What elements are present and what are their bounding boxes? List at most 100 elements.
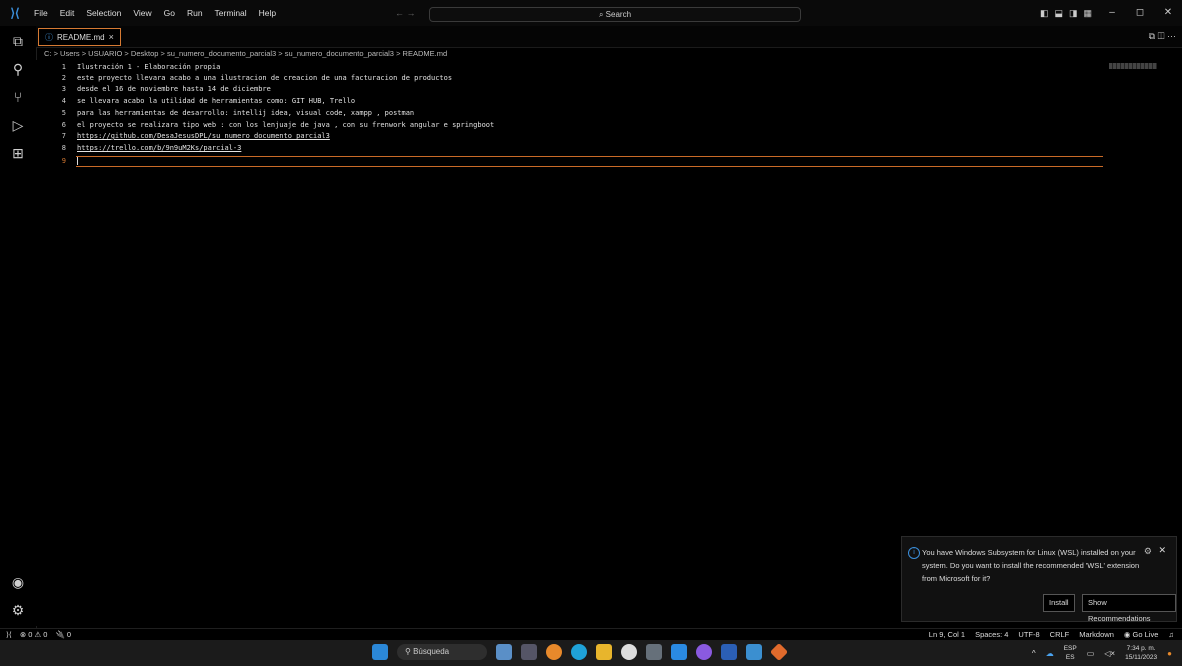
editor-actions: ⧉ ◫ ··· [1149, 28, 1176, 44]
line-number: 9 [61, 157, 66, 165]
menu-bar: File Edit Selection View Go Run Terminal… [28, 0, 282, 26]
tab-readme[interactable]: ⓘ README.md × [38, 28, 121, 46]
language-code: ESP [1063, 645, 1077, 652]
extensions-icon[interactable]: ⊞ [0, 140, 36, 166]
network-icon[interactable]: ▭ [1087, 649, 1095, 658]
menu-run[interactable]: Run [181, 0, 209, 26]
settings-gear-icon[interactable]: ⚙ [0, 597, 36, 623]
line-number: 4 [61, 97, 66, 105]
menu-go[interactable]: Go [158, 0, 181, 26]
breadcrumb[interactable]: C: > Users > USUARIO > Desktop > su_nume… [44, 49, 447, 58]
source-control-icon[interactable]: ⑂ [0, 84, 36, 110]
taskbar-apps: ⚲ Búsqueda [372, 642, 789, 662]
app-icon-purple[interactable] [696, 644, 712, 660]
run-debug-icon[interactable]: ▷ [0, 112, 36, 138]
vscode-logo-icon: ⟩⟨ [10, 6, 20, 20]
line-number: 5 [61, 109, 66, 117]
task-view-icon[interactable] [521, 644, 537, 660]
search-label: Search [605, 10, 632, 19]
line-number: 6 [61, 121, 66, 129]
clock[interactable]: 7:34 p. m. 15/11/2023 [1125, 644, 1157, 662]
tray-overflow-icon[interactable]: ^ [1032, 649, 1036, 658]
line-text[interactable]: se llevara acabo la utilidad de herramie… [77, 97, 355, 106]
notification-toast: i You have Windows Subsystem for Linux (… [901, 536, 1177, 623]
code-line: 1 Ilustración 1 - Elaboración propia [36, 63, 1106, 72]
activity-bar: ⧉ ⚲ ⑂ ▷ ⊞ ◉ ⚙ [0, 26, 37, 628]
code-line-current: 9 [36, 157, 1106, 166]
code-line: 2 este proyecto llevara acabo a una ilus… [36, 74, 1106, 83]
line-text[interactable]: el proyecto se realizara tipo web : con … [77, 121, 494, 130]
accounts-icon[interactable]: ◉ [0, 569, 36, 595]
line-number: 3 [61, 85, 66, 93]
code-line: 8 https://trello.com/b/9n9uM2Ks/parcial-… [36, 144, 1106, 153]
line-number: 7 [61, 132, 66, 140]
windows-start-icon[interactable] [372, 644, 388, 660]
search-icon[interactable]: ⚲ [0, 56, 36, 82]
close-tab-icon[interactable]: × [109, 32, 114, 42]
minimize-button[interactable]: – [1098, 0, 1126, 26]
notification-bell-icon[interactable]: ● [1167, 649, 1172, 658]
command-search-box[interactable]: ⌕ Search [429, 7, 801, 22]
code-line: 7 https://github.com/DesaJesusDPL/su_num… [36, 132, 1106, 141]
explorer-icon[interactable]: ⧉ [0, 28, 36, 54]
search-icon: ⚲ [405, 647, 414, 656]
chrome-icon[interactable] [621, 644, 637, 660]
clock-date: 15/11/2023 [1125, 654, 1158, 661]
line-text[interactable]: desde el 16 de noviembre hasta 14 de dic… [77, 85, 271, 94]
text-cursor [77, 157, 78, 165]
notification-message: You have Windows Subsystem for Linux (WS… [922, 548, 1140, 583]
volume-icon[interactable]: ◁× [1104, 649, 1115, 658]
code-line: 6 el proyecto se realizara tipo web : co… [36, 121, 1106, 130]
trello-link[interactable]: https://trello.com/b/9n9uM2Ks/parcial-3 [77, 144, 241, 153]
clock-time: 7:34 p. m. [1126, 645, 1156, 652]
code-line: 5 para las herramientas de desarrollo: i… [36, 109, 1106, 118]
vscode-taskbar-icon[interactable] [671, 644, 687, 660]
menu-view[interactable]: View [127, 0, 157, 26]
app-icon-orange[interactable] [546, 644, 562, 660]
line-text[interactable]: para las herramientas de desarrollo: int… [77, 109, 414, 118]
menu-terminal[interactable]: Terminal [209, 0, 253, 26]
toggle-secondary-sidebar-icon[interactable]: ◨ [1069, 0, 1078, 26]
notification-settings-icon[interactable]: ⚙ [1144, 546, 1152, 557]
taskbar-search-label: Búsqueda [413, 647, 450, 656]
line-number: 8 [61, 144, 66, 152]
landscape-widget-icon[interactable] [496, 644, 512, 660]
menu-help[interactable]: Help [253, 0, 282, 26]
word-icon[interactable] [721, 644, 737, 660]
system-tray: ^ ☁ ESP ES ▭ ◁× 7:34 p. m. 15/11/2023 ● [1032, 640, 1172, 666]
menu-file[interactable]: File [28, 0, 54, 26]
app-icon-gray[interactable] [646, 644, 662, 660]
language-indicator[interactable]: ESP ES [1064, 644, 1077, 662]
line-text[interactable]: Ilustración 1 - Elaboración propia [77, 63, 220, 72]
line-number: 2 [61, 74, 66, 82]
info-icon: i [908, 547, 920, 559]
breadcrumb-path[interactable]: C: > Users > USUARIO > Desktop > su_nume… [44, 49, 447, 58]
restore-button[interactable]: ◻ [1126, 0, 1154, 26]
show-recommendations-button[interactable]: Show Recommendations [1082, 594, 1176, 623]
github-link[interactable]: https://github.com/DesaJesusDPL/su_numer… [77, 132, 330, 141]
taskbar-search[interactable]: ⚲ Búsqueda [397, 644, 487, 660]
more-actions-icon[interactable]: ··· [1167, 31, 1176, 41]
open-preview-icon[interactable]: ⧉ [1149, 31, 1155, 41]
nav-back-forward[interactable]: ← → [395, 0, 416, 26]
layout-controls: ◧ ⬓ ◨ ▦ [1040, 0, 1092, 26]
toggle-sidebar-icon[interactable]: ◧ [1040, 0, 1049, 26]
git-icon[interactable] [769, 642, 789, 662]
line-text[interactable]: este proyecto llevara acabo a una ilustr… [77, 74, 452, 83]
menu-selection[interactable]: Selection [80, 0, 127, 26]
photos-icon[interactable] [746, 644, 762, 660]
code-line: 4 se llevara acabo la utilidad de herram… [36, 97, 1106, 106]
install-button[interactable]: Install [1043, 594, 1075, 612]
weather-icon[interactable]: ☁ [1046, 649, 1054, 658]
edge-browser-icon[interactable] [571, 644, 587, 660]
menu-edit[interactable]: Edit [54, 0, 81, 26]
close-notification-icon[interactable]: ✕ [1158, 545, 1166, 556]
toggle-panel-icon[interactable]: ⬓ [1055, 0, 1064, 26]
close-window-button[interactable]: ✕ [1154, 0, 1182, 26]
minimap[interactable] [1109, 63, 1157, 69]
customize-layout-icon[interactable]: ▦ [1084, 0, 1093, 26]
file-explorer-icon[interactable] [596, 644, 612, 660]
info-icon: ⓘ [45, 32, 53, 42]
keyboard-code: ES [1065, 654, 1075, 661]
split-editor-icon[interactable]: ◫ [1158, 31, 1165, 41]
